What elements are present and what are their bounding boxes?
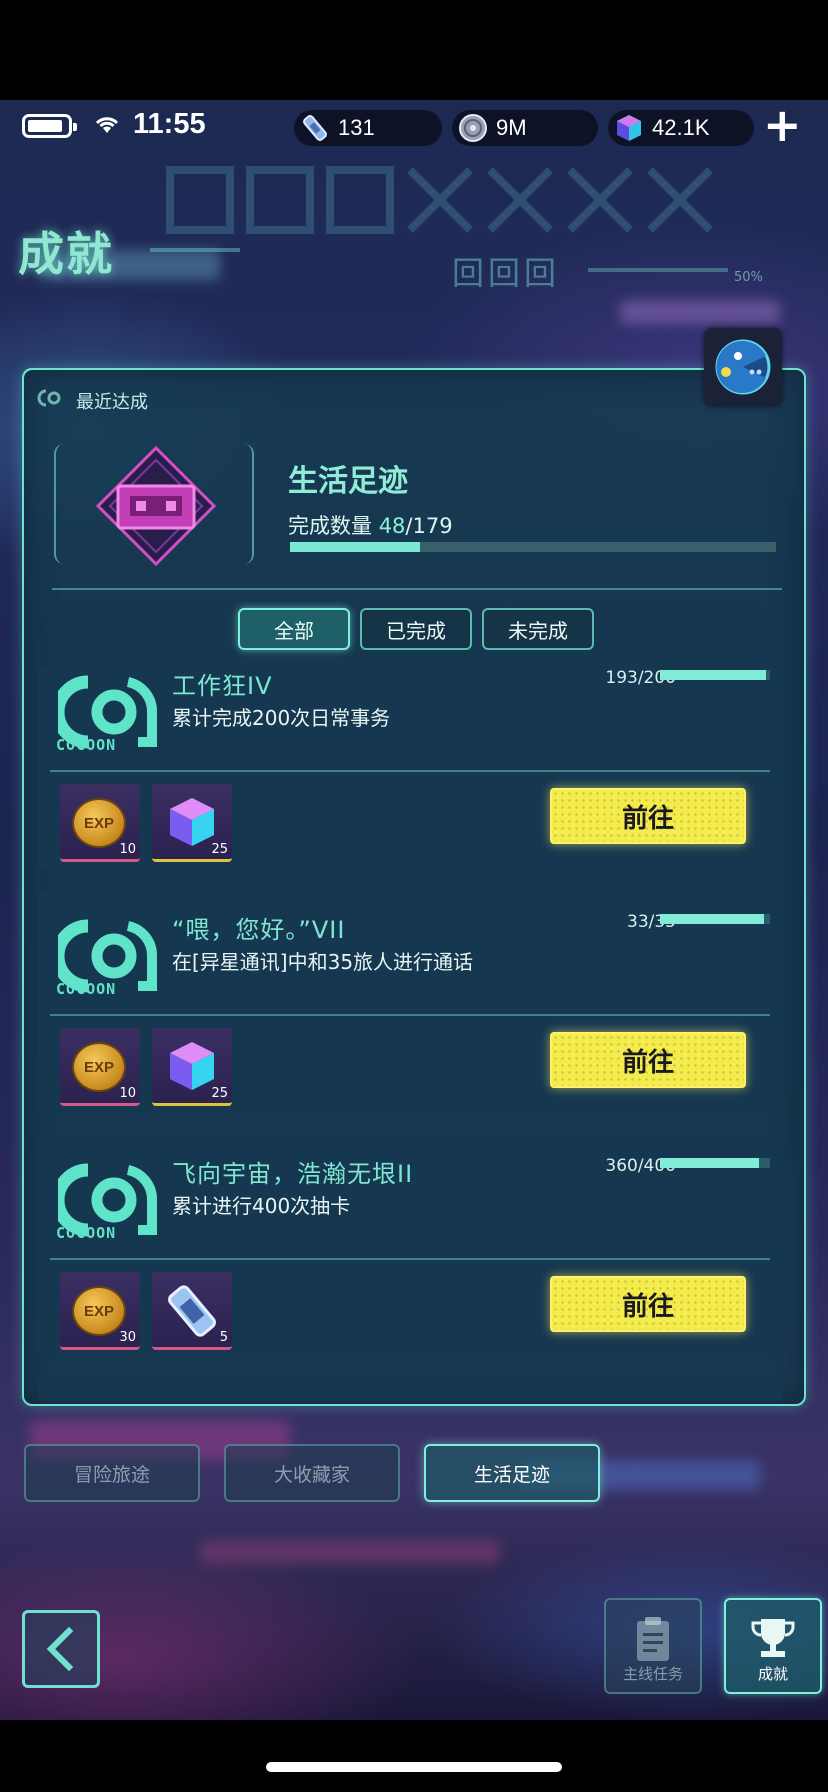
nav-achievements[interactable]: 成就	[724, 1598, 822, 1694]
card-divider	[50, 1014, 770, 1016]
go-button[interactable]: 前往	[550, 788, 746, 844]
reward-exp[interactable]: EXP 10	[60, 1028, 140, 1106]
badge-frame	[54, 444, 254, 567]
category-progress-bar	[290, 542, 776, 552]
achievement-card-partial	[38, 1380, 782, 1400]
nav-main-quest[interactable]: 主线任务	[604, 1598, 702, 1694]
cocoon-logo-text: COCOON	[56, 736, 117, 754]
pacman-button[interactable]	[704, 328, 782, 406]
achievement-name: “喂，您好。”VII	[172, 916, 346, 944]
category-name: 生活足迹	[288, 464, 408, 499]
header-progress-line	[588, 268, 728, 272]
reward-exp[interactable]: EXP 30	[60, 1272, 140, 1350]
cocoon-logo-text: COCOON	[56, 1224, 117, 1242]
reward-qty: 10	[119, 842, 136, 857]
achievement-card: COCOON 工作狂IV 累计完成200次日常事务 193/200 EXP 10…	[38, 668, 782, 870]
nav-label: 主线任务	[622, 1665, 683, 1683]
exp-coin-icon: EXP	[72, 798, 126, 848]
add-currency-button[interactable]: +	[763, 102, 802, 148]
category-tab-adventure[interactable]: 冒险旅途	[24, 1444, 200, 1502]
reward-ticket[interactable]: 5	[152, 1272, 232, 1350]
panel-divider	[52, 588, 782, 590]
disc-count: 9M	[496, 115, 527, 140]
achievement-progress-bar	[660, 670, 770, 680]
cube-gem-icon	[614, 113, 644, 143]
header-glyphs: 回回回	[452, 254, 561, 292]
category-count: 完成数量 48/179	[288, 510, 453, 540]
achievement-description: 累计进行400次抽卡	[172, 1194, 351, 1218]
achievement-description: 在[异星通讯]中和35旅人进行通话	[172, 950, 474, 974]
cocoon-logo-text: COCOON	[56, 980, 117, 998]
nav-label: 成就	[757, 1665, 788, 1683]
achievement-name: 飞向宇宙，浩瀚无垠II	[172, 1160, 414, 1188]
reward-qty: 30	[119, 1330, 136, 1345]
card-divider	[50, 1258, 770, 1260]
achievement-card: COCOON “喂，您好。”VII 在[异星通讯]中和35旅人进行通话 33/3…	[38, 892, 782, 1114]
count-total: /179	[405, 514, 453, 538]
status-bar: 11:55 131 9M 42.1K +	[0, 100, 828, 156]
achievement-progress-fill	[660, 914, 764, 924]
achievement-description: 累计完成200次日常事务	[172, 706, 391, 730]
recent-label: 最近达成	[76, 392, 148, 413]
go-button[interactable]: 前往	[550, 1276, 746, 1332]
reward-qty: 25	[211, 1086, 228, 1101]
chevron-left-icon	[46, 1626, 74, 1672]
reward-qty: 10	[119, 1086, 136, 1101]
header-percent: 50%	[734, 270, 763, 285]
count-label: 完成数量	[288, 514, 372, 538]
category-badge-icon	[95, 445, 217, 567]
reward-gem[interactable]: 25	[152, 1028, 232, 1106]
go-button[interactable]: 前往	[550, 1032, 746, 1088]
card-divider	[50, 770, 770, 772]
count-done: 48	[378, 514, 406, 538]
ticket-icon	[168, 1285, 216, 1337]
filter-tabs: 全部 已完成 未完成	[238, 608, 594, 650]
clipboard-icon	[637, 1617, 669, 1661]
ticket-count: 131	[338, 115, 375, 140]
exp-coin-icon: EXP	[72, 1042, 126, 1092]
exp-coin-icon: EXP	[72, 1286, 126, 1336]
home-indicator	[266, 1762, 562, 1772]
achievement-progress-fill	[660, 670, 767, 680]
reward-exp[interactable]: EXP 10	[60, 784, 140, 862]
currency-gem[interactable]: 42.1K	[608, 110, 754, 146]
currency-ticket[interactable]: 131	[294, 110, 442, 146]
category-tabs: 冒险旅途 大收藏家 生活足迹	[24, 1444, 600, 1502]
category-tab-collector[interactable]: 大收藏家	[224, 1444, 400, 1502]
wifi-icon	[94, 112, 120, 142]
currency-disc[interactable]: 9M	[452, 110, 598, 146]
battery-icon	[22, 114, 77, 138]
gem-count: 42.1K	[652, 115, 710, 140]
reward-qty: 5	[219, 1330, 228, 1345]
achievement-progress-bar	[660, 1158, 770, 1168]
achievement-progress-bar	[660, 914, 770, 924]
filter-all[interactable]: 全部	[238, 608, 350, 650]
trophy-icon	[751, 1619, 795, 1657]
back-button[interactable]	[22, 1610, 100, 1688]
cocoon-small-icon	[36, 388, 66, 413]
category-tab-life[interactable]: 生活足迹	[424, 1444, 600, 1502]
pacman-icon	[715, 339, 771, 395]
filter-incomplete[interactable]: 未完成	[482, 608, 594, 650]
category-progress-fill	[290, 542, 421, 552]
disc-icon	[458, 113, 488, 143]
achievement-progress-fill	[660, 1158, 759, 1168]
filter-completed[interactable]: 已完成	[360, 608, 472, 650]
ticket-icon	[300, 113, 330, 143]
achievement-list[interactable]: COCOON 工作狂IV 累计完成200次日常事务 193/200 EXP 10…	[38, 668, 798, 1400]
achievement-card: COCOON 飞向宇宙，浩瀚无垠II 累计进行400次抽卡 360/400 EX…	[38, 1136, 782, 1358]
page-title: 成就	[18, 227, 114, 281]
clock: 11:55	[133, 108, 206, 140]
achievement-panel: 最近达成 生活足迹 完成数量 48/179 全部 已完成 未完成 COCOON …	[22, 368, 806, 1406]
header-decoration	[160, 160, 800, 259]
cube-gem-icon	[170, 1042, 214, 1090]
reward-gem[interactable]: 25	[152, 784, 232, 862]
achievement-name: 工作狂IV	[172, 672, 273, 700]
cube-gem-icon	[170, 798, 214, 846]
reward-qty: 25	[211, 842, 228, 857]
header-line	[150, 248, 240, 252]
